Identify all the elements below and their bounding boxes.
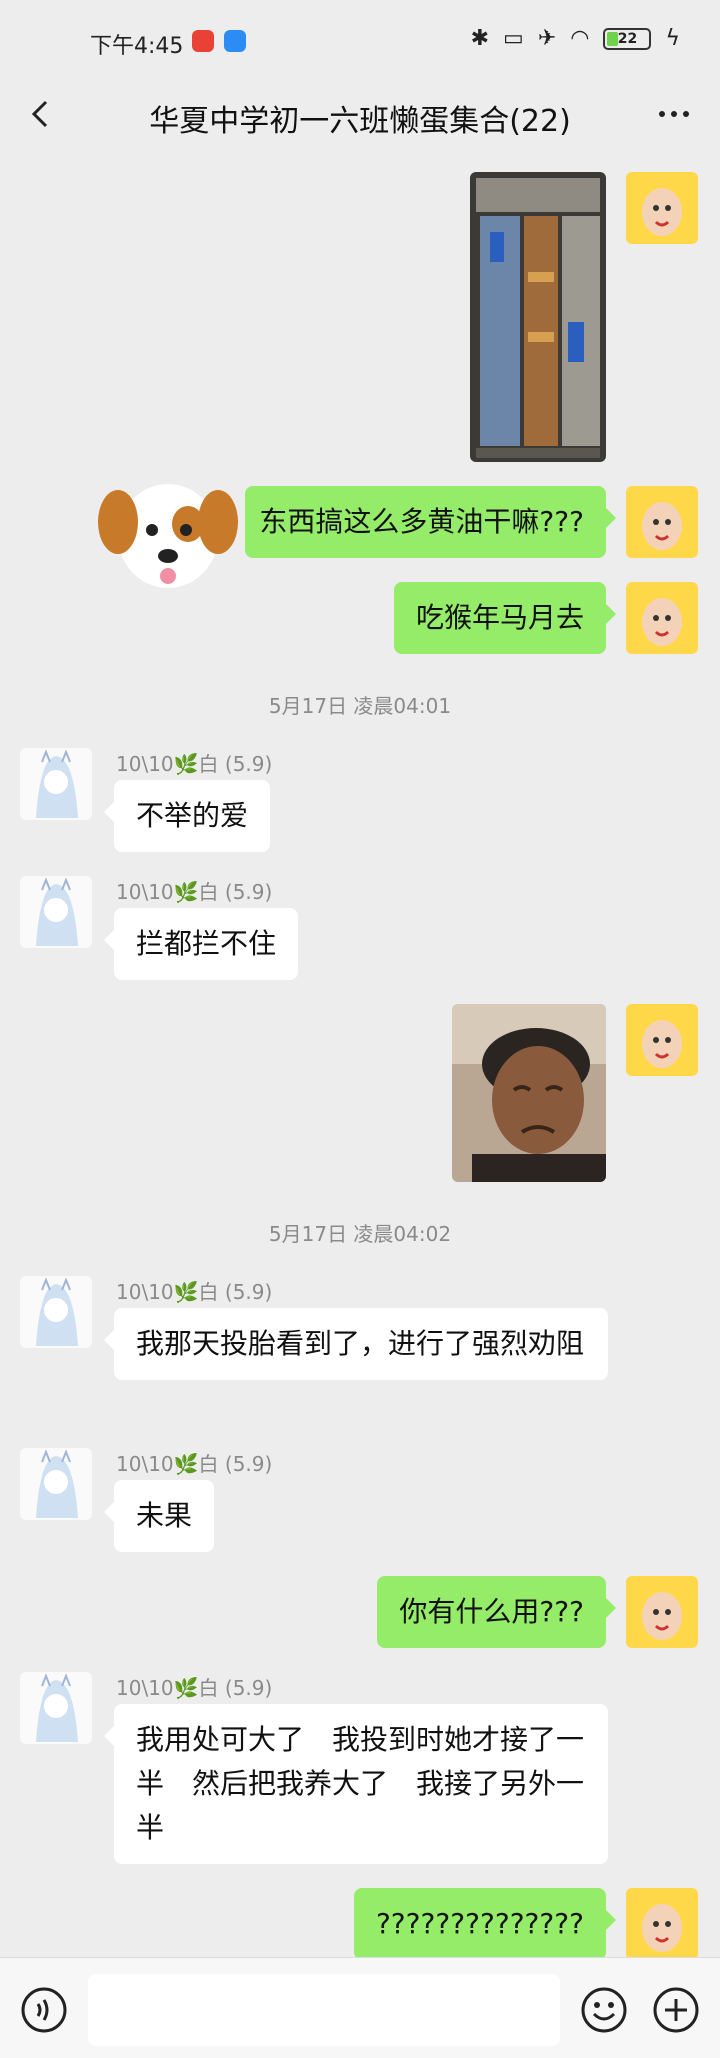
my-avatar[interactable] [626, 1004, 698, 1076]
friend-avatar[interactable] [20, 748, 92, 820]
charging-icon: ϟ [665, 26, 680, 51]
sender-name: 10\10🌿白 (5.9) [116, 1280, 273, 1304]
my-avatar[interactable] [626, 1576, 698, 1648]
status-icons: ✱ ▭ ✈ ◠ 22 ϟ [471, 26, 680, 51]
image-message-photo[interactable] [452, 1004, 606, 1182]
airplane-icon: ✈ [537, 26, 557, 51]
friend-avatar[interactable] [20, 1276, 92, 1348]
message-bubble-received[interactable]: 我用处可大了 我投到时她才接了一半 然后把我养大了 我接了另外一半 [104, 1704, 608, 1864]
friend-avatar[interactable] [20, 1672, 92, 1744]
message-bubble-received[interactable]: 不举的爱 [103, 780, 271, 852]
message-bubble-received[interactable]: 拦都拦不住 [103, 908, 299, 980]
dog-face-sticker [98, 484, 238, 588]
my-avatar[interactable] [626, 1888, 698, 1957]
battery-level: 22 [617, 30, 638, 47]
wifi-icon: ◠ [570, 26, 590, 51]
friend-avatar[interactable] [20, 876, 92, 948]
message-bubble-sent[interactable]: 东西搞这么多黄油干嘛??? [245, 486, 616, 558]
bluetooth-icon: ✱ [470, 26, 490, 51]
chat-header: 华夏中学初一六班懒蛋集合(22) [0, 78, 720, 150]
timestamp: 5月17日 凌晨04:02 [268, 1222, 452, 1246]
message-bubble-received[interactable]: 未果 [103, 1480, 215, 1552]
message-bubble-sent[interactable]: ?????????????? [353, 1888, 617, 1957]
sender-name: 10\10🌿白 (5.9) [116, 880, 273, 904]
app-notification-icon [192, 30, 214, 52]
friend-avatar[interactable] [20, 1448, 92, 1520]
message-bubble-received[interactable]: 我那天投胎看到了，进行了强烈劝阻 [104, 1308, 608, 1380]
message-bubble-sent[interactable]: 你有什么用??? [377, 1576, 616, 1648]
my-avatar[interactable] [626, 582, 698, 654]
game-screenshot-image [470, 172, 606, 462]
timestamp: 5月17日 凌晨04:01 [268, 694, 452, 718]
image-message-game[interactable] [470, 172, 606, 462]
message-bubble-sent[interactable]: 吃猴年马月去 [393, 582, 617, 654]
crying-old-man-photo [452, 1004, 606, 1182]
sender-name: 10\10🌿白 (5.9) [116, 1676, 273, 1700]
voice-icon[interactable] [20, 1986, 68, 2034]
status-time: 下午4:45 [90, 34, 184, 59]
plus-icon[interactable] [652, 1986, 700, 2034]
message-list[interactable]: 东西搞这么多黄油干嘛??? 吃猴年马月去 5月17日 凌晨04:01 10\10… [0, 150, 720, 1957]
emoji-icon[interactable] [580, 1986, 628, 2034]
more-horizontal-icon[interactable] [652, 92, 696, 136]
vibrate-icon: ▭ [503, 26, 524, 51]
my-avatar[interactable] [626, 486, 698, 558]
input-bar [0, 1957, 720, 2058]
my-avatar[interactable] [626, 172, 698, 244]
sender-name: 10\10🌿白 (5.9) [116, 1452, 273, 1476]
cloud-notification-icon [224, 30, 246, 52]
message-input[interactable] [88, 1974, 560, 2046]
battery-icon: 22 [603, 27, 652, 50]
status-bar: 下午4:45 ✱ ▭ ✈ ◠ 22 ϟ [0, 0, 720, 78]
sender-name: 10\10🌿白 (5.9) [116, 752, 273, 776]
chat-title: 华夏中学初一六班懒蛋集合(22) [149, 104, 571, 139]
